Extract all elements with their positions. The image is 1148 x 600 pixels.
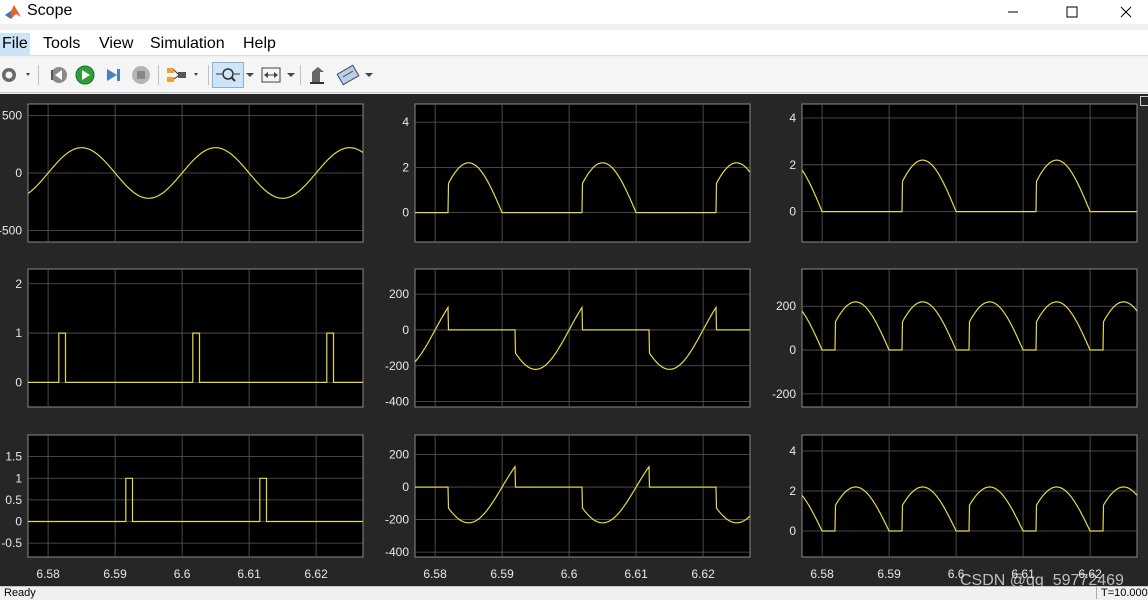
axes-background <box>27 434 364 558</box>
y-tick-label: 200 <box>389 448 409 462</box>
y-tick-label: 4 <box>789 111 796 125</box>
y-tick-label: -0.5 <box>1 536 22 550</box>
scope-axes-1: -500 0 500 <box>0 103 364 243</box>
y-tick-label: 0 <box>15 375 22 389</box>
y-tick-label: 0 <box>789 343 796 357</box>
scope-axes-7: -0.5 0 0.5 1 1.5 6.58 6.59 6.6 6.61 6.62 <box>1 434 364 581</box>
axes-background <box>27 268 364 408</box>
status-text: Ready <box>4 587 36 599</box>
y-tick-label: 2 <box>402 160 409 174</box>
x-tick-label: 6.58 <box>36 567 60 581</box>
y-tick-label: 1 <box>15 471 22 485</box>
y-tick-label: 200 <box>389 287 409 301</box>
y-tick-label: 0 <box>15 166 22 180</box>
scope-axes-8: -400 -200 0 200 6.58 6.59 6.6 6.61 6.62 <box>385 434 751 581</box>
x-tick-label: 6.61 <box>237 567 261 581</box>
scope-axes-5: -400 -200 0 200 <box>385 268 751 409</box>
x-tick-label: 6.59 <box>877 567 901 581</box>
axes-background <box>414 268 751 408</box>
x-tick-label: 6.62 <box>691 567 715 581</box>
x-tick-label: 6.6 <box>174 567 191 581</box>
y-tick-label: -500 <box>0 224 22 238</box>
y-tick-label: 2 <box>789 158 796 172</box>
x-tick-label: 6.59 <box>103 567 127 581</box>
y-tick-label: 200 <box>776 299 796 313</box>
sim-time: T=10.000 <box>1096 587 1148 599</box>
y-tick-label: 0 <box>402 323 409 337</box>
scope-axes-4: 0 1 2 <box>15 268 364 408</box>
y-tick-label: -400 <box>385 395 409 409</box>
y-tick-label: 1 <box>15 326 22 340</box>
y-tick-label: -200 <box>385 513 409 527</box>
axes-background <box>414 103 751 243</box>
y-tick-label: 0 <box>402 206 409 220</box>
y-tick-label: 0.5 <box>5 493 22 507</box>
axes-background <box>801 103 1138 243</box>
scope-axes-3: 0 2 4 <box>789 103 1138 243</box>
y-tick-label: -200 <box>385 359 409 373</box>
y-tick-label: 4 <box>789 444 796 458</box>
y-tick-label: 500 <box>2 109 22 123</box>
y-tick-label: -400 <box>385 545 409 559</box>
x-tick-label: 6.61 <box>624 567 648 581</box>
status-bar: Ready T=10.000 <box>0 586 1148 600</box>
scope-axes-9: 0246.58 6.59 6.6 6.61 6.62 <box>789 434 1138 581</box>
axes-background <box>801 434 1138 558</box>
x-tick-label: 6.62 <box>304 567 328 581</box>
x-tick-label: 6.58 <box>810 567 834 581</box>
x-tick-label: 6.58 <box>423 567 447 581</box>
x-tick-label: 6.59 <box>490 567 514 581</box>
y-tick-label: 0 <box>789 205 796 219</box>
scope-axes-2: 0 2 4 <box>402 103 751 243</box>
y-tick-label: 0 <box>402 480 409 494</box>
y-tick-label: 2 <box>15 277 22 291</box>
scope-axes-6: -200 0 200 <box>772 268 1138 408</box>
y-tick-label: -200 <box>772 387 796 401</box>
y-tick-label: 0 <box>15 515 22 529</box>
y-tick-label: 4 <box>402 115 409 129</box>
scope-plots: -5000500024024012-400-2000200-2000200-0.… <box>0 103 1138 581</box>
y-tick-label: 2 <box>789 484 796 498</box>
y-tick-label: 0 <box>789 524 796 538</box>
y-tick-label: 1.5 <box>5 450 22 464</box>
x-tick-label: 6.6 <box>561 567 578 581</box>
